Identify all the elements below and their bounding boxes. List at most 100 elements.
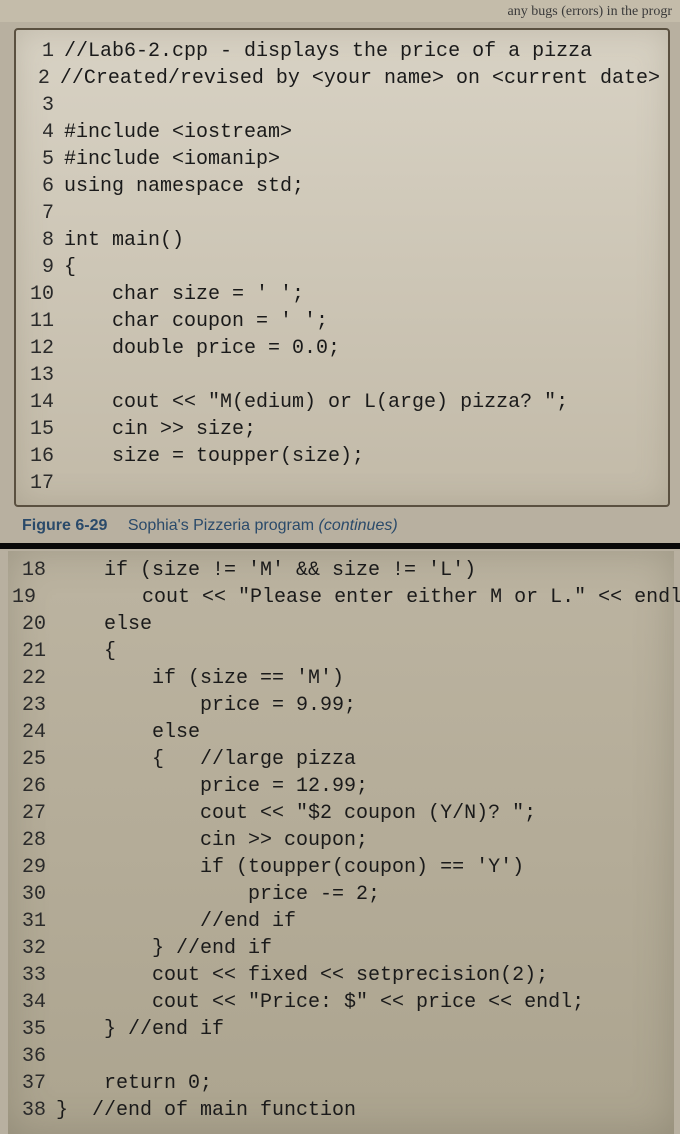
line-number: 14: [20, 389, 54, 416]
code-line: 31 //end if: [12, 908, 670, 935]
code-text: {: [64, 254, 76, 281]
line-number: 26: [12, 773, 46, 800]
line-number: 32: [12, 935, 46, 962]
code-text: cout << fixed << setprecision(2);: [56, 962, 548, 989]
code-line: 26 price = 12.99;: [12, 773, 670, 800]
line-number: 2: [20, 65, 50, 92]
code-text: { //large pizza: [56, 746, 356, 773]
line-number: 17: [20, 470, 54, 497]
line-number: 28: [12, 827, 46, 854]
code-line: 15 cin >> size;: [20, 416, 660, 443]
code-line: 37 return 0;: [12, 1070, 670, 1097]
line-number: 24: [12, 719, 46, 746]
code-text: {: [56, 638, 116, 665]
line-number: 13: [20, 362, 54, 389]
code-line: 18 if (size != 'M' && size != 'L'): [12, 557, 670, 584]
code-line: 9{: [20, 254, 660, 281]
code-line: 29 if (toupper(coupon) == 'Y'): [12, 854, 670, 881]
line-number: 27: [12, 800, 46, 827]
code-text: cout << "M(edium) or L(arge) pizza? ";: [64, 389, 568, 416]
code-text: cout << "Please enter either M or L." <<…: [46, 584, 680, 611]
code-text: //end if: [56, 908, 296, 935]
code-line: 24 else: [12, 719, 670, 746]
code-text: if (size != 'M' && size != 'L'): [56, 557, 476, 584]
line-number: 21: [12, 638, 46, 665]
figure-number: Figure 6-29: [22, 517, 107, 534]
code-line: 33 cout << fixed << setprecision(2);: [12, 962, 670, 989]
code-line: 13: [20, 362, 660, 389]
line-number: 30: [12, 881, 46, 908]
code-line: 6 using namespace std;: [20, 173, 660, 200]
code-line: 7: [20, 200, 660, 227]
page-divider: [0, 543, 680, 549]
code-line: 3: [20, 92, 660, 119]
line-number: 7: [20, 200, 54, 227]
line-number: 31: [12, 908, 46, 935]
code-text: else: [56, 719, 200, 746]
code-text: } //end if: [56, 935, 272, 962]
code-text: #include <iomanip>: [64, 146, 280, 173]
code-text: price = 12.99;: [56, 773, 368, 800]
code-line: 10 char size = ' ';: [20, 281, 660, 308]
code-line: 11 char coupon = ' ';: [20, 308, 660, 335]
line-number: 6: [20, 173, 54, 200]
page-header-text: any bugs (errors) in the progr: [0, 0, 680, 22]
line-number: 35: [12, 1016, 46, 1043]
code-text: using namespace std;: [64, 173, 304, 200]
code-block-1: 1 //Lab6-2.cpp - displays the price of a …: [14, 28, 670, 507]
code-text: //Created/revised by <your name> on <cur…: [60, 65, 660, 92]
line-number: 11: [20, 308, 54, 335]
code-line: 8 int main(): [20, 227, 660, 254]
code-line: 20 else: [12, 611, 670, 638]
code-line: 34 cout << "Price: $" << price << endl;: [12, 989, 670, 1016]
code-text: } //end if: [56, 1016, 224, 1043]
code-line: 38 } //end of main function: [12, 1097, 670, 1124]
line-number: 12: [20, 335, 54, 362]
code-text: } //end of main function: [56, 1097, 356, 1124]
code-line: 25 { //large pizza: [12, 746, 670, 773]
code-line: 1 //Lab6-2.cpp - displays the price of a …: [20, 38, 660, 65]
code-line: 30 price -= 2;: [12, 881, 670, 908]
code-text: size = toupper(size);: [64, 443, 364, 470]
code-text: price -= 2;: [56, 881, 380, 908]
code-text: int main(): [64, 227, 184, 254]
line-number: 36: [12, 1043, 46, 1070]
code-line: 35 } //end if: [12, 1016, 670, 1043]
code-line: 32 } //end if: [12, 935, 670, 962]
code-line: 21 {: [12, 638, 670, 665]
code-text: //Lab6-2.cpp - displays the price of a p…: [64, 38, 592, 65]
code-line: 28 cin >> coupon;: [12, 827, 670, 854]
code-text: if (toupper(coupon) == 'Y'): [56, 854, 524, 881]
line-number: 29: [12, 854, 46, 881]
code-line: 12 double price = 0.0;: [20, 335, 660, 362]
line-number: 38: [12, 1097, 46, 1124]
line-number: 15: [20, 416, 54, 443]
code-text: char coupon = ' ';: [64, 308, 328, 335]
line-number: 18: [12, 557, 46, 584]
code-line: 16 size = toupper(size);: [20, 443, 660, 470]
line-number: 9: [20, 254, 54, 281]
line-number: 34: [12, 989, 46, 1016]
code-text: return 0;: [56, 1070, 212, 1097]
code-line: 23 price = 9.99;: [12, 692, 670, 719]
line-number: 4: [20, 119, 54, 146]
figure-caption: Figure 6-29 Sophia's Pizzeria program (c…: [22, 517, 680, 535]
code-text: else: [56, 611, 152, 638]
line-number: 33: [12, 962, 46, 989]
code-text: #include <iostream>: [64, 119, 292, 146]
code-text: double price = 0.0;: [64, 335, 340, 362]
line-number: 22: [12, 665, 46, 692]
code-line: 14 cout << "M(edium) or L(arge) pizza? "…: [20, 389, 660, 416]
line-number: 1: [20, 38, 54, 65]
code-line: 22 if (size == 'M'): [12, 665, 670, 692]
line-number: 3: [20, 92, 54, 119]
code-block-2: 18 if (size != 'M' && size != 'L')19 cou…: [8, 551, 674, 1134]
code-text: cin >> coupon;: [56, 827, 368, 854]
line-number: 19: [12, 584, 36, 611]
code-line: 5#include <iomanip>: [20, 146, 660, 173]
figure-continues: (continues): [319, 517, 398, 534]
figure-title: Sophia's Pizzeria program: [128, 517, 319, 534]
code-text: cin >> size;: [64, 416, 256, 443]
code-line: 2 //Created/revised by <your name> on <cu…: [20, 65, 660, 92]
line-number: 8: [20, 227, 54, 254]
